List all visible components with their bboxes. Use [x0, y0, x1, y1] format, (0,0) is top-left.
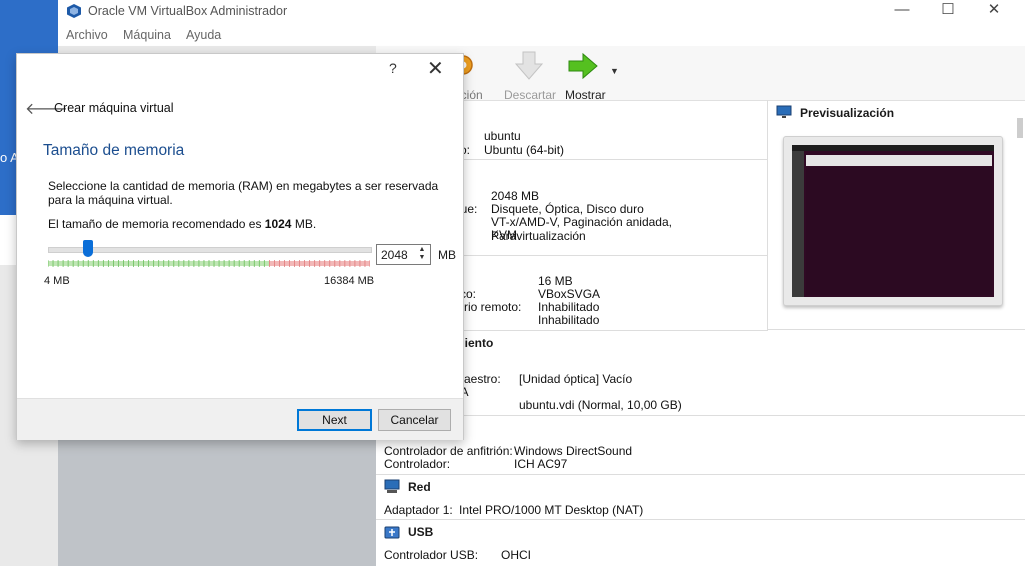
recommended-suffix: MB. [291, 217, 317, 231]
dialog-close-button[interactable]: ✕ [427, 56, 444, 81]
dialog-footer: Next Cancelar [17, 398, 463, 440]
recommended-value: 1024 [264, 217, 292, 231]
preview-title: Previsualización [800, 106, 895, 120]
memory-slider-ticks [48, 260, 370, 267]
close-button[interactable]: ✕ [971, 0, 1017, 24]
audio-section: Controlador de anfitrión: Windows Direct… [376, 416, 1025, 475]
vm-screen-thumbnail [792, 145, 994, 297]
vm-browser-bar [806, 155, 992, 166]
scrollbar-thumb[interactable] [1017, 118, 1023, 138]
menu-ayuda[interactable]: Ayuda [186, 28, 221, 42]
system-boot-value: Disquete, Óptica, Disco duro [491, 202, 644, 216]
display-remote-label: torio remoto: [454, 300, 522, 314]
dialog-heading: Crear máquina virtual [54, 101, 174, 115]
vm-dock [792, 151, 804, 297]
display-recording-value: Inhabilitado [538, 313, 600, 327]
usb-controller-value: OHCI [501, 548, 531, 562]
usb-controller-label: Controlador USB: [384, 548, 479, 562]
memory-description: Seleccione la cantidad de memoria (RAM) … [48, 179, 439, 207]
display-remote-value: Inhabilitado [538, 300, 600, 314]
show-arrow-icon[interactable] [567, 51, 599, 81]
window-title: Oracle VM VirtualBox Administrador [88, 4, 288, 18]
general-os-value: Ubuntu (64-bit) [484, 143, 565, 157]
usb-section: USB Controlador USB: OHCI [376, 520, 1025, 566]
general-name-value: ubuntu [484, 129, 521, 143]
virtualbox-logo-icon [67, 4, 81, 18]
help-button[interactable]: ? [389, 60, 397, 76]
system-memory-value: 2048 MB [491, 189, 540, 203]
system-accel-value-2: KVM [491, 228, 518, 242]
network-section: Red Adaptador 1: Intel PRO/1000 MT Deskt… [376, 475, 1025, 520]
maximize-button[interactable]: ☐ [925, 0, 971, 24]
menu-maquina[interactable]: Máquina [123, 28, 171, 42]
spin-down-arrow-icon[interactable]: ▼ [417, 254, 427, 262]
cancel-button[interactable]: Cancelar [378, 409, 451, 431]
page-title: Tamaño de memoria [43, 142, 185, 159]
storage-master-value: [Unidad óptica] Vacío [519, 372, 633, 386]
network-adapter-value: Intel PRO/1000 MT Desktop (NAT) [459, 503, 644, 517]
storage-disk-value: ubuntu.vdi (Normal, 10,00 GB) [519, 398, 682, 412]
recommended-prefix: El tamaño de memoria recomendado es [48, 217, 265, 231]
memory-unit-label: MB [438, 248, 456, 262]
memory-slider-track[interactable] [48, 247, 372, 253]
usb-icon [384, 526, 400, 539]
usb-title: USB [408, 525, 434, 539]
audio-controller-label: Controlador: [384, 457, 451, 471]
memory-spinbox-value[interactable]: 2048 [381, 248, 408, 262]
show-dropdown-chevron-icon[interactable]: ▼ [610, 66, 619, 76]
audio-host-label: Controlador de anfitrión: [384, 444, 513, 458]
network-icon [384, 479, 400, 493]
next-button[interactable]: Next [297, 409, 372, 431]
memory-spinbox[interactable]: 2048 ▲ ▼ [376, 244, 431, 265]
vm-terminal [806, 167, 992, 295]
minimize-button[interactable]: — [879, 0, 925, 24]
vm-list-empty-area [58, 438, 376, 566]
audio-controller-value: ICH AC97 [514, 457, 568, 471]
memory-slider-thumb[interactable] [83, 240, 94, 257]
monitor-icon [776, 105, 792, 118]
preview-frame [783, 136, 1003, 306]
menu-archivo[interactable]: Archivo [66, 28, 108, 42]
network-adapter-label: Adaptador 1: [384, 503, 453, 517]
slider-max-label: 16384 MB [324, 275, 375, 287]
spin-up-arrow-icon[interactable]: ▲ [417, 246, 427, 254]
display-vram-value: 16 MB [538, 274, 573, 288]
create-vm-dialog: ? ✕ 🡐 Crear máquina virtual Tamaño de me… [16, 53, 464, 440]
vm-top-bar [792, 145, 994, 151]
display-controller-value: VBoxSVGA [538, 287, 601, 301]
slider-min-label: 4 MB [44, 275, 70, 287]
preview-panel: Previsualización [767, 100, 1025, 330]
recommended-memory-text: El tamaño de memoria recomendado es 1024… [48, 217, 316, 231]
discard-arrow-icon[interactable] [513, 50, 545, 82]
system-accel-value: VT-x/AMD-V, Paginación anidada, Paravirt… [491, 215, 672, 243]
title-bar: Oracle VM VirtualBox Administrador — ☐ ✕ [58, 0, 1025, 24]
audio-host-value: Windows DirectSound [514, 444, 633, 458]
storage-section: miento : maestro: [Unidad óptica] Vacío … [376, 330, 1025, 416]
network-title: Red [408, 480, 431, 494]
